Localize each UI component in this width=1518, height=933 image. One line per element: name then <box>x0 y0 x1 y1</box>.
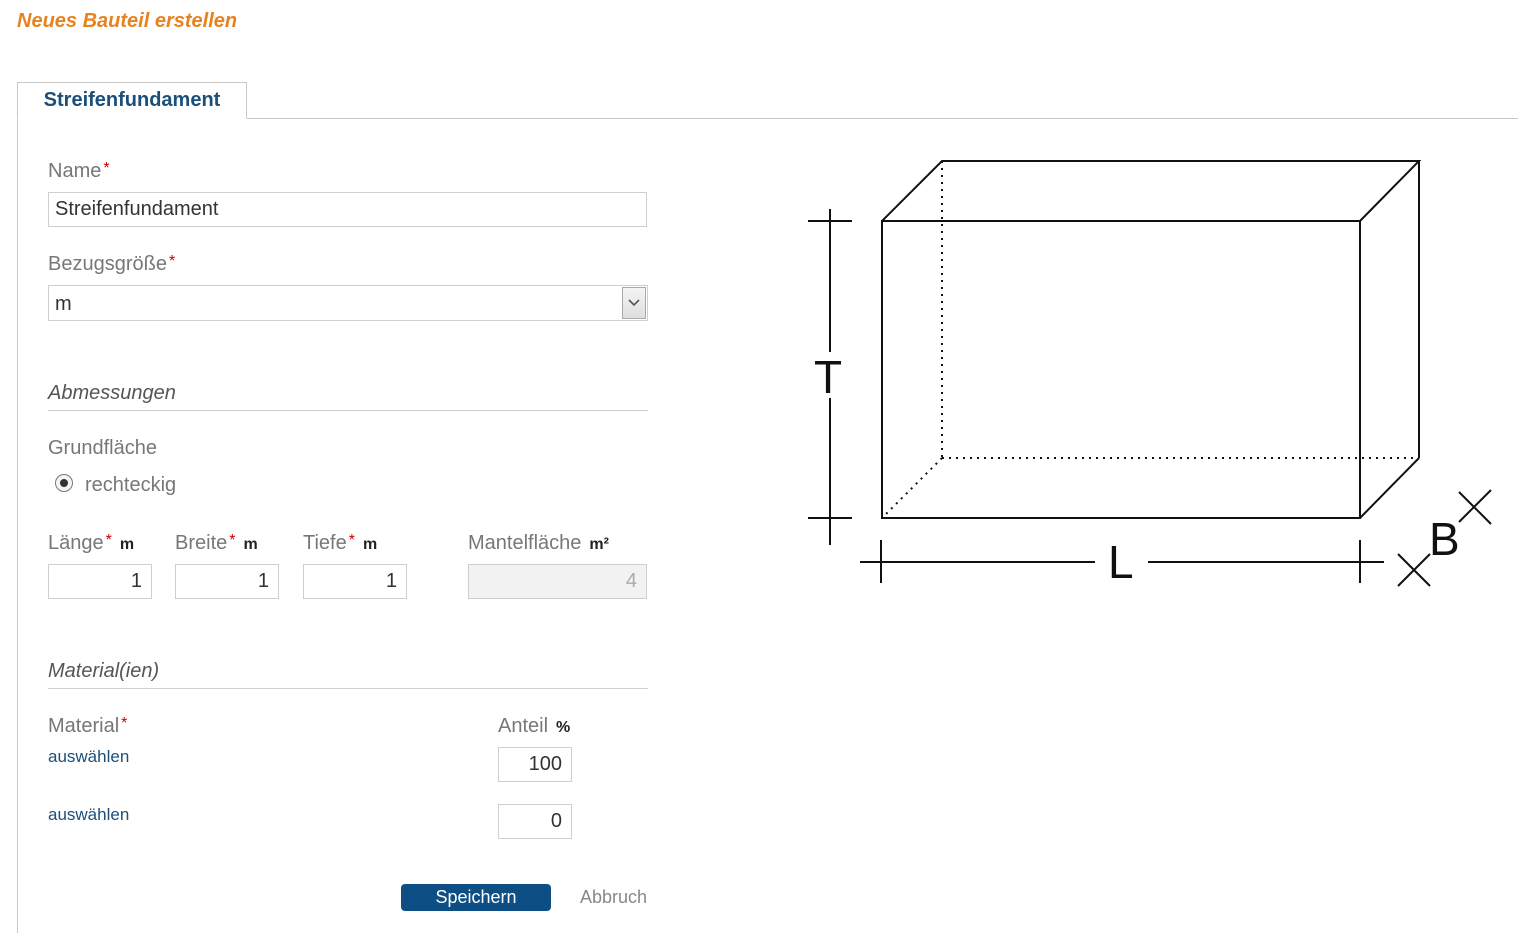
bezugsgroesse-selected: m <box>55 293 72 315</box>
materialien-title: Material(ien) <box>48 660 160 682</box>
anteil-label-text: Anteil <box>498 715 549 737</box>
tiefe-unit: m <box>362 536 378 553</box>
required-mark: * <box>229 532 236 549</box>
breite-label: Breite * m <box>175 532 258 555</box>
material-select-link-2[interactable]: auswählen <box>48 805 129 825</box>
required-mark: * <box>103 160 110 177</box>
label-l: L <box>1108 536 1134 588</box>
bezugsgroesse-label: Bezugsgröße * <box>48 253 175 276</box>
abmessungen-title: Abmessungen <box>48 382 176 404</box>
label-t: T <box>814 351 842 403</box>
section-divider <box>48 410 648 411</box>
tiefe-label: Tiefe * m <box>303 532 377 555</box>
save-button[interactable]: Speichern <box>401 884 551 911</box>
mantelflaeche-output <box>468 564 647 599</box>
required-mark: * <box>348 532 355 549</box>
page-title: Neues Bauteil erstellen <box>17 10 238 32</box>
label-b: B <box>1429 513 1460 565</box>
breite-unit: m <box>243 536 258 553</box>
breite-input[interactable] <box>175 564 279 599</box>
laenge-unit: m <box>119 536 135 553</box>
tiefe-input[interactable] <box>303 564 407 599</box>
required-mark: * <box>105 532 112 549</box>
box-outline <box>881 160 1422 519</box>
bezugsgroesse-label-text: Bezugsgröße <box>48 253 167 275</box>
section-divider <box>48 688 648 689</box>
laenge-label-text: Länge <box>48 532 104 554</box>
tab-label: Streifenfundament <box>43 89 221 111</box>
hidden-edges <box>881 161 1419 519</box>
breite-label-text: Breite <box>175 532 228 554</box>
anteil-unit: % <box>556 719 571 736</box>
mantelflaeche-unit: m² <box>589 536 609 553</box>
panel-border <box>17 118 18 933</box>
mantelflaeche-label-text: Mantelfläche <box>468 532 582 554</box>
name-label-text: Name <box>48 160 102 182</box>
anteil-input-1[interactable] <box>498 747 572 782</box>
material-label-text: Material <box>48 715 120 737</box>
grundflaeche-label: Grundfläche <box>48 437 157 459</box>
anteil-input-2[interactable] <box>498 804 572 839</box>
laenge-label: Länge * m <box>48 532 134 555</box>
laenge-input[interactable] <box>48 564 152 599</box>
tiefe-label-text: Tiefe <box>303 532 347 554</box>
mantelflaeche-label: Mantelfläche m² <box>468 532 609 555</box>
tab-streifenfundament[interactable]: Streifenfundament <box>17 82 247 119</box>
name-label: Name * <box>48 160 110 183</box>
required-mark: * <box>168 253 176 270</box>
anteil-label: Anteil% <box>498 715 570 738</box>
bezugsgroesse-select[interactable]: m <box>48 285 648 321</box>
radio-rechteckig-label[interactable]: rechteckig <box>85 474 176 497</box>
required-mark: * <box>121 715 128 732</box>
material-label: Material * <box>48 715 127 738</box>
name-input[interactable] <box>48 192 647 227</box>
chevron-down-icon[interactable] <box>622 287 646 319</box>
box-dimension-diagram: T L B <box>808 160 1492 588</box>
material-select-link-1[interactable]: auswählen <box>48 747 129 767</box>
radio-rechteckig[interactable] <box>55 474 73 492</box>
cancel-button[interactable]: Abbruch <box>580 887 647 908</box>
